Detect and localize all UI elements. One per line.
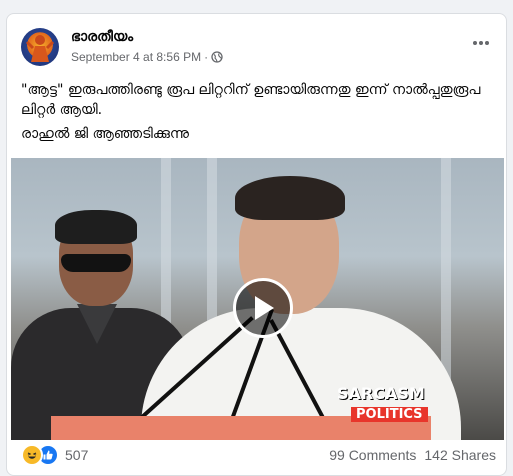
post-text-line: "ആട്ട" ഇരുപത്തിരണ്ടു രൂപ ലിറ്ററിന് ഉണ്ടാ…	[21, 82, 481, 118]
post-card: ഭാരതീയം September 4 at 8:56 PM · "ആട്ട" …	[6, 13, 507, 476]
guard-sunglasses	[61, 254, 131, 272]
play-button[interactable]	[233, 278, 293, 338]
reaction-count: 507	[65, 447, 89, 463]
comment-share-counts: 99 Comments 142 Shares	[329, 447, 496, 463]
post-message: "ആട്ട" ഇരുപത്തിരണ്ടു രൂപ ലിറ്ററിന് ഉണ്ടാ…	[21, 80, 501, 148]
shares-count-link[interactable]: 142 Shares	[424, 447, 496, 463]
guard-figure-hair	[55, 210, 137, 244]
avatar-figure-icon	[25, 35, 55, 62]
page-name-link[interactable]: ഭാരതീയം	[71, 28, 133, 45]
globe-icon[interactable]	[211, 51, 223, 63]
video-watermark: SARCASM POLITICS	[337, 384, 447, 422]
engagement-bar: 507 99 Comments 142 Shares	[21, 444, 496, 466]
post-text-line: രാഹുൽ ജി ആഞ്ഞടിക്കുന്നു	[21, 126, 189, 142]
watermark-line1: SARCASM	[337, 384, 425, 403]
more-options-dot	[479, 41, 483, 45]
post-timestamp[interactable]: September 4 at 8:56 PM	[71, 50, 201, 64]
reactions-summary[interactable]: 507	[21, 444, 88, 466]
meta-separator: ·	[204, 50, 209, 64]
more-options-dot	[485, 41, 489, 45]
more-options-dot	[473, 41, 477, 45]
more-options-button[interactable]	[470, 36, 492, 50]
haha-icon	[21, 444, 43, 466]
speaker-figure-hair	[235, 176, 345, 220]
play-icon	[255, 296, 274, 320]
watermark-line2: POLITICS	[351, 407, 428, 422]
comments-count-link[interactable]: 99 Comments	[329, 447, 416, 463]
post-meta: September 4 at 8:56 PM ·	[71, 50, 223, 64]
video-player[interactable]: SARCASM POLITICS	[11, 158, 504, 440]
page-avatar[interactable]	[21, 28, 59, 66]
